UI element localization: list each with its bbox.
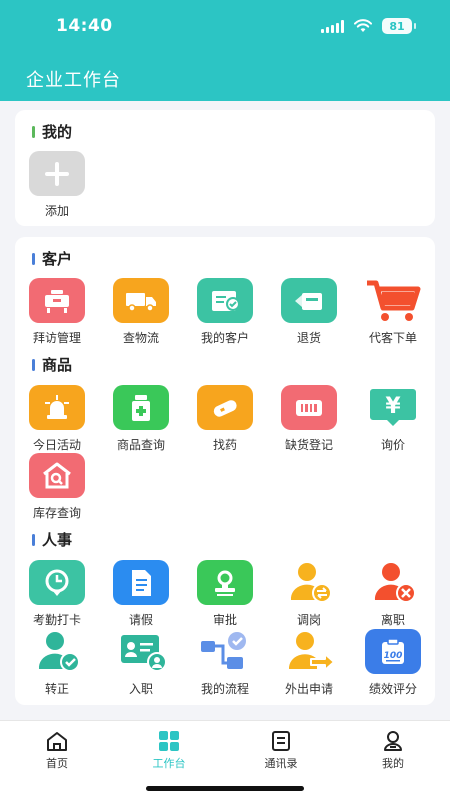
tile-label: 考勤打卡	[32, 613, 81, 627]
tile-label: 绩效评分	[368, 682, 417, 696]
tile-approval[interactable]: 审批	[183, 560, 267, 628]
medicine-bottle-icon	[113, 385, 169, 430]
tile-outing-request[interactable]: 外出申请	[267, 629, 351, 697]
page-title: 企业工作台	[26, 70, 121, 91]
tile-label: 代客下单	[368, 331, 417, 345]
tile-order-for-customer[interactable]: 代客下单	[351, 278, 435, 346]
add-button[interactable]: 添加	[15, 151, 99, 219]
svg-text:100: 100	[384, 651, 403, 661]
customer-card-icon	[197, 278, 253, 323]
nav-workbench[interactable]: 工作台	[129, 730, 209, 771]
tile-my-customers[interactable]: 我的客户	[183, 278, 267, 346]
mine-title-text: 我的	[42, 123, 73, 141]
tile-label: 拜访管理	[32, 331, 81, 345]
apps-card: 客户 拜访管理 查物流 我的客户 退货 代客下单 商品 今日活动 商品查询 找药…	[15, 237, 435, 705]
tile-stock-query[interactable]: 库存查询	[15, 453, 99, 521]
tile-performance-score[interactable]: 100 绩效评分	[351, 629, 435, 697]
plus-icon	[29, 151, 85, 196]
tile-label: 调岗	[296, 613, 321, 627]
nav-label: 首页	[46, 757, 68, 770]
document-icon	[113, 560, 169, 605]
truck-icon	[113, 278, 169, 323]
tile-product-query[interactable]: 商品查询	[99, 385, 183, 453]
cart-icon	[365, 278, 421, 323]
return-box-icon	[281, 278, 337, 323]
contacts-icon	[272, 731, 290, 751]
nav-label: 通讯录	[264, 757, 298, 770]
tile-label: 审批	[212, 613, 237, 627]
tile-label: 缺货登记	[284, 438, 333, 452]
visit-icon	[29, 278, 85, 323]
status-time: 14:40	[56, 16, 113, 36]
section-title-text: 人事	[42, 531, 73, 549]
tile-label: 商品查询	[116, 438, 165, 452]
nav-label: 我的	[382, 757, 404, 770]
nav-home[interactable]: 首页	[17, 730, 97, 771]
section-title-goods: 商品	[32, 354, 72, 375]
confirmed-person-icon	[29, 629, 85, 674]
top-bar: 14:40 81 企业工作台	[0, 0, 450, 101]
tile-logistics[interactable]: 查物流	[99, 278, 183, 346]
tile-today-activity[interactable]: 今日活动	[15, 385, 99, 453]
nav-contacts[interactable]: 通讯录	[241, 730, 321, 771]
home-indicator	[146, 786, 304, 791]
tile-label: 我的客户	[200, 331, 249, 345]
out-person-icon	[281, 629, 337, 674]
tile-visit-management[interactable]: 拜访管理	[15, 278, 99, 346]
section-title-text: 商品	[42, 356, 73, 374]
tile-leave-request[interactable]: 请假	[99, 560, 183, 628]
tile-label: 入职	[128, 682, 153, 696]
tile-label: 今日活动	[32, 438, 81, 452]
yen-tag-icon: ¥	[365, 385, 421, 430]
section-title-hr: 人事	[32, 529, 72, 550]
flowchart-icon	[197, 629, 253, 674]
stamp-icon	[197, 560, 253, 605]
resign-person-icon	[365, 560, 421, 605]
pill-icon	[197, 385, 253, 430]
clock-pin-icon	[29, 560, 85, 605]
tile-label: 请假	[128, 613, 153, 627]
status-icons: 81	[321, 18, 416, 34]
tile-find-medicine[interactable]: 找药	[183, 385, 267, 453]
section-title-text: 客户	[42, 250, 73, 268]
wifi-icon	[354, 19, 372, 32]
signal-icon	[321, 19, 344, 33]
tile-label: 查物流	[122, 331, 159, 345]
tile-resignation[interactable]: 离职	[351, 560, 435, 628]
alarm-light-icon	[29, 385, 85, 430]
mine-card: 我的 添加	[15, 110, 435, 226]
profile-icon	[384, 731, 402, 751]
tile-transfer[interactable]: 调岗	[267, 560, 351, 628]
tile-label: 外出申请	[284, 682, 333, 696]
tile-onboarding[interactable]: 入职	[99, 629, 183, 697]
tile-my-process[interactable]: 我的流程	[183, 629, 267, 697]
score-clipboard-icon: 100	[365, 629, 421, 674]
tile-regularization[interactable]: 转正	[15, 629, 99, 697]
tile-label: 离职	[380, 613, 405, 627]
section-title-customer: 客户	[32, 248, 72, 269]
tile-label: 我的流程	[200, 682, 249, 696]
nav-mine[interactable]: 我的	[353, 730, 433, 771]
nav-label: 工作台	[152, 757, 186, 770]
tile-label: 转正	[44, 682, 69, 696]
tile-label: 询价	[380, 438, 405, 452]
tile-attendance[interactable]: 考勤打卡	[15, 560, 99, 628]
tile-label: 库存查询	[32, 506, 81, 520]
svg-text:¥: ¥	[385, 394, 401, 419]
transfer-person-icon	[281, 560, 337, 605]
tile-return[interactable]: 退货	[267, 278, 351, 346]
tile-shortage-register[interactable]: 缺货登记	[267, 385, 351, 453]
id-card-icon	[113, 629, 169, 674]
barcode-icon	[281, 385, 337, 430]
warehouse-search-icon	[29, 453, 85, 498]
battery-icon: 81	[382, 18, 416, 34]
add-label: 添加	[44, 204, 69, 218]
mine-section-title: 我的	[32, 121, 72, 142]
tile-label: 退货	[296, 331, 321, 345]
tile-inquiry[interactable]: ¥ 询价	[351, 385, 435, 453]
home-icon	[47, 732, 67, 751]
grid-icon	[159, 731, 179, 751]
tile-label: 找药	[212, 438, 237, 452]
